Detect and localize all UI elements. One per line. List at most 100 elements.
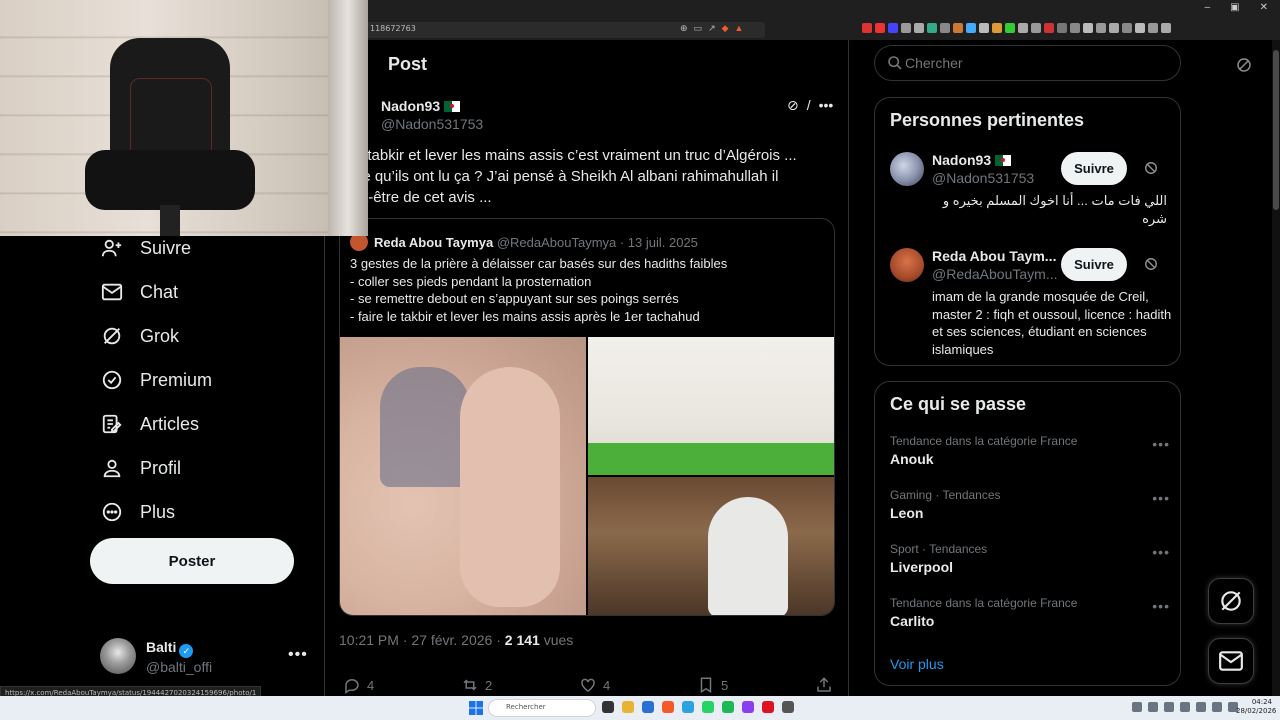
brave-shield-icon[interactable]: ◆ bbox=[722, 23, 729, 34]
sidebar-item-label: Chat bbox=[140, 281, 179, 302]
store-icon[interactable] bbox=[642, 701, 654, 713]
share-icon[interactable]: ↗ bbox=[708, 23, 716, 34]
scrollbar[interactable] bbox=[1272, 40, 1280, 696]
app-icon[interactable] bbox=[762, 701, 774, 713]
grok-icon[interactable]: ⊘ bbox=[787, 97, 799, 114]
sidebar-item-plus[interactable]: Plus bbox=[90, 490, 310, 534]
sidebar-item-premium[interactable]: Premium bbox=[90, 358, 310, 402]
search-input[interactable] bbox=[905, 52, 1165, 74]
search-box[interactable] bbox=[874, 45, 1181, 81]
extension-icon[interactable] bbox=[1161, 23, 1171, 33]
extension-icon[interactable] bbox=[888, 23, 898, 33]
extension-icon[interactable] bbox=[1057, 23, 1067, 33]
tray-icon[interactable] bbox=[1132, 702, 1142, 712]
tweet-author-row[interactable]: Nadon93 bbox=[381, 98, 461, 114]
extension-icon[interactable] bbox=[1109, 23, 1119, 33]
extension-icon[interactable] bbox=[1018, 23, 1028, 33]
tray-icon[interactable] bbox=[1164, 702, 1174, 712]
account-switcher[interactable]: Balti ✓ @balti_offi ••• bbox=[100, 638, 310, 678]
block-icon[interactable] bbox=[1144, 257, 1158, 271]
sidebar-item-profil[interactable]: Profil bbox=[90, 446, 310, 490]
extension-icon[interactable] bbox=[1044, 23, 1054, 33]
extension-icon[interactable] bbox=[953, 23, 963, 33]
more-horizontal-icon[interactable]: ••• bbox=[1152, 544, 1170, 560]
extension-icon[interactable] bbox=[1005, 23, 1015, 33]
extension-icon[interactable] bbox=[979, 23, 989, 33]
trend-item[interactable]: Sport · Tendances Liverpool ••• bbox=[890, 542, 1170, 582]
share-button[interactable] bbox=[815, 676, 833, 694]
more-horizontal-icon[interactable]: ••• bbox=[1152, 490, 1170, 506]
grok-fab[interactable] bbox=[1208, 578, 1254, 624]
tweet-author-handle[interactable]: @Nadon531753 bbox=[381, 116, 483, 132]
extension-icon[interactable] bbox=[1070, 23, 1080, 33]
address-bar-url[interactable]: 118672763 bbox=[370, 24, 416, 33]
extension-icon[interactable] bbox=[1083, 23, 1093, 33]
settings-icon[interactable] bbox=[782, 701, 794, 713]
like-button[interactable]: 4 bbox=[579, 676, 610, 694]
file-explorer-icon[interactable] bbox=[622, 701, 634, 713]
windows-start-icon[interactable] bbox=[469, 701, 483, 715]
reply-button[interactable]: 4 bbox=[343, 676, 374, 694]
sidebar-item-label: Grok bbox=[140, 325, 180, 346]
brave-rewards-icon[interactable]: ▲ bbox=[735, 23, 744, 34]
follow-button[interactable]: Suivre bbox=[1061, 248, 1127, 281]
spotify-icon[interactable] bbox=[722, 701, 734, 713]
extension-icon[interactable] bbox=[1122, 23, 1132, 33]
restore-icon[interactable]: ▣ bbox=[1230, 2, 1239, 13]
quote-photo-3[interactable] bbox=[588, 477, 834, 615]
scrollbar-thumb[interactable] bbox=[1273, 50, 1279, 210]
taskview-icon[interactable] bbox=[602, 701, 614, 713]
sidebar-item-grok[interactable]: Grok bbox=[90, 314, 310, 358]
extension-icon[interactable] bbox=[966, 23, 976, 33]
person-card[interactable]: Nadon93 @Nadon531753 Suivre اللي فات مات… bbox=[890, 150, 1170, 230]
bookmark-button[interactable]: 5 bbox=[697, 676, 728, 694]
extension-icon[interactable] bbox=[914, 23, 924, 33]
trend-item[interactable]: Gaming · Tendances Leon ••• bbox=[890, 488, 1170, 528]
extension-icon[interactable] bbox=[927, 23, 937, 33]
grok-icon[interactable] bbox=[1236, 57, 1252, 73]
extension-icon[interactable] bbox=[862, 23, 872, 33]
brave-icon[interactable] bbox=[662, 701, 674, 713]
extension-icon[interactable] bbox=[1031, 23, 1041, 33]
poster-button[interactable]: Poster bbox=[90, 538, 294, 584]
volume-icon[interactable] bbox=[1212, 702, 1222, 712]
extension-icon[interactable] bbox=[1148, 23, 1158, 33]
quote-photo-2[interactable] bbox=[588, 337, 834, 475]
extension-icon[interactable] bbox=[1135, 23, 1145, 33]
sidebar-item-articles[interactable]: Articles bbox=[90, 402, 310, 446]
messages-fab[interactable] bbox=[1208, 638, 1254, 684]
whatsapp-icon[interactable] bbox=[702, 701, 714, 713]
extension-icon[interactable] bbox=[1096, 23, 1106, 33]
more-horizontal-icon[interactable]: ••• bbox=[1152, 598, 1170, 614]
see-more-link[interactable]: Voir plus bbox=[890, 656, 944, 672]
screenshot-icon[interactable]: ▭ bbox=[694, 23, 703, 34]
close-icon[interactable]: ✕ bbox=[1260, 2, 1268, 13]
sidebar-item-chat[interactable]: Chat bbox=[90, 270, 310, 314]
extension-icon[interactable] bbox=[992, 23, 1002, 33]
zoom-icon[interactable]: ⊕ bbox=[680, 23, 688, 34]
more-horizontal-icon[interactable]: ••• bbox=[819, 97, 834, 114]
follow-button[interactable]: Suivre bbox=[1061, 152, 1127, 185]
tweet-author-name[interactable]: Nadon93 bbox=[381, 98, 440, 114]
quote-photo-1[interactable] bbox=[340, 337, 586, 615]
trend-item[interactable]: Tendance dans la catégorie France Carlit… bbox=[890, 596, 1170, 636]
taskbar-search[interactable]: Rechercher bbox=[488, 699, 596, 717]
telegram-icon[interactable] bbox=[682, 701, 694, 713]
quoted-tweet[interactable]: Reda Abou Taymya @RedaAbouTaymya · 13 ju… bbox=[339, 218, 835, 616]
extension-icon[interactable] bbox=[940, 23, 950, 33]
minimize-icon[interactable]: – bbox=[1205, 2, 1211, 13]
tray-icon[interactable] bbox=[1148, 702, 1158, 712]
more-horizontal-icon[interactable]: ••• bbox=[288, 646, 308, 664]
trend-item[interactable]: Tendance dans la catégorie France Anouk … bbox=[890, 434, 1170, 474]
block-icon[interactable] bbox=[1144, 161, 1158, 175]
tray-icon[interactable] bbox=[1180, 702, 1190, 712]
extension-icon[interactable] bbox=[875, 23, 885, 33]
wifi-icon[interactable] bbox=[1196, 702, 1206, 712]
taskbar-clock[interactable]: 04:24 28/02/2026 bbox=[1236, 698, 1276, 716]
tweet-timestamp[interactable]: 10:21 PM · 27 févr. 2026 · bbox=[339, 632, 505, 648]
person-card[interactable]: Reda Abou Taym... @RedaAbouTaym... Suivr… bbox=[890, 246, 1171, 357]
more-horizontal-icon[interactable]: ••• bbox=[1152, 436, 1170, 452]
repost-button[interactable]: 2 bbox=[461, 676, 492, 694]
extension-icon[interactable] bbox=[901, 23, 911, 33]
messenger-icon[interactable] bbox=[742, 701, 754, 713]
